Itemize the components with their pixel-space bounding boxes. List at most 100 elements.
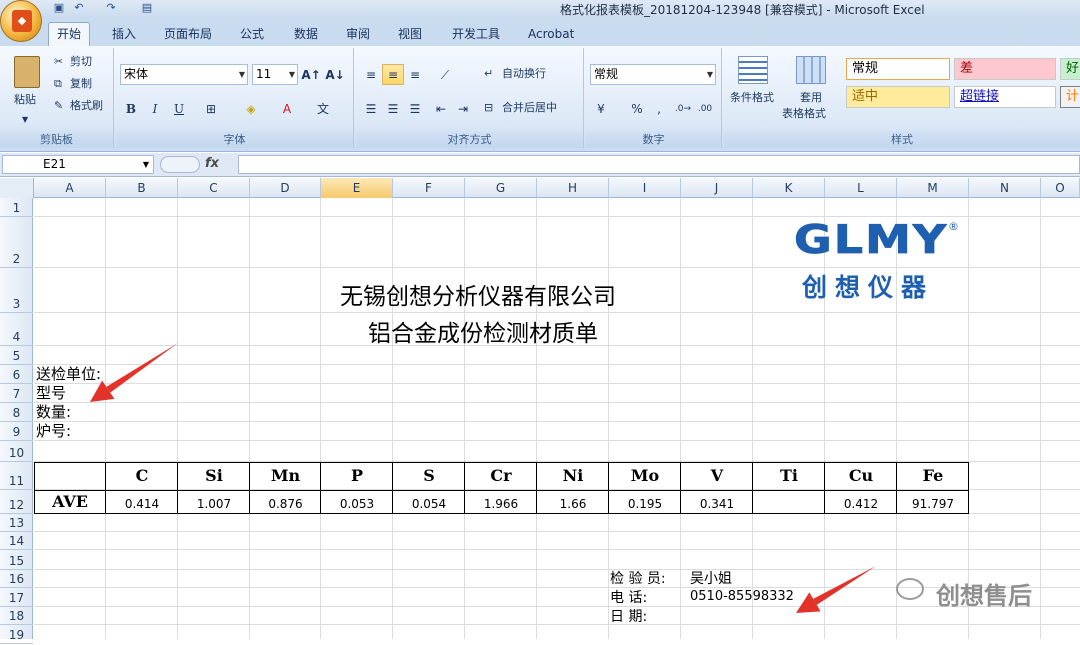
column-header[interactable]: H bbox=[537, 178, 609, 198]
row-header[interactable]: 19 bbox=[0, 625, 33, 644]
column-header[interactable]: M bbox=[897, 178, 969, 198]
column-header[interactable]: L bbox=[825, 178, 897, 198]
wrap-text-button[interactable]: 自动换行 bbox=[502, 66, 546, 82]
row-header[interactable]: 5 bbox=[0, 346, 33, 365]
shrink-font-icon[interactable]: A↓ bbox=[324, 64, 346, 85]
undo-icon[interactable]: ↶ bbox=[72, 1, 86, 15]
increase-indent-icon[interactable]: ⇥ bbox=[452, 98, 474, 119]
print-preview-icon[interactable]: ▤ bbox=[140, 1, 154, 15]
row-header[interactable]: 12 bbox=[0, 490, 33, 514]
column-header[interactable]: E bbox=[321, 178, 393, 198]
merge-icon[interactable]: ⊟ bbox=[484, 100, 493, 116]
underline-button[interactable]: U bbox=[168, 98, 190, 119]
style-neutral[interactable]: 适中 bbox=[846, 86, 950, 108]
align-left-icon[interactable]: ☰ bbox=[360, 98, 382, 119]
column-header[interactable]: A bbox=[34, 178, 106, 198]
row-header[interactable]: 13 bbox=[0, 514, 33, 532]
paste-button[interactable]: 粘贴 bbox=[14, 92, 36, 108]
style-calculation[interactable]: 计 bbox=[1060, 86, 1080, 108]
column-header[interactable]: G bbox=[465, 178, 537, 198]
align-middle-icon[interactable]: ≡ bbox=[382, 64, 404, 85]
tab-insert[interactable]: 插入 bbox=[104, 24, 144, 44]
font-color-icon[interactable]: A bbox=[276, 98, 298, 119]
conditional-format-icon[interactable] bbox=[738, 56, 768, 84]
column-header[interactable]: C bbox=[178, 178, 250, 198]
format-as-table-button-1[interactable]: 套用 bbox=[800, 90, 822, 106]
name-box[interactable]: E21 ▼ bbox=[2, 155, 154, 174]
format-painter-icon[interactable]: ✎ bbox=[54, 98, 63, 114]
conditional-format-button[interactable]: 条件格式 bbox=[730, 90, 774, 106]
number-format-select[interactable]: 常规 ▼ bbox=[590, 64, 716, 85]
column-header[interactable]: I bbox=[609, 178, 681, 198]
row-header[interactable]: 17 bbox=[0, 588, 33, 607]
copy-icon[interactable]: ⧉ bbox=[54, 76, 62, 92]
percent-icon[interactable]: % bbox=[626, 98, 648, 119]
worksheet-grid[interactable]: GLMY ® 创想仪器 无锡创想分析仪器有限公司 铝合金成份检测材质单 送检单位: 型号 数量… bbox=[34, 198, 1080, 639]
style-hyperlink[interactable]: 超链接 bbox=[954, 86, 1056, 108]
column-header[interactable]: N bbox=[969, 178, 1041, 198]
merge-center-button[interactable]: 合并后居中 bbox=[502, 100, 557, 116]
align-right-icon[interactable]: ☰ bbox=[404, 98, 426, 119]
comma-icon[interactable]: , bbox=[648, 98, 670, 119]
formula-input[interactable] bbox=[238, 155, 1080, 174]
save-icon[interactable]: ▣ bbox=[52, 1, 66, 15]
tab-acrobat[interactable]: Acrobat bbox=[520, 24, 582, 44]
font-family-select[interactable]: 宋体 ▼ bbox=[120, 64, 248, 85]
italic-button[interactable]: I bbox=[144, 98, 166, 119]
style-good[interactable]: 好 bbox=[1060, 58, 1080, 80]
row-header[interactable]: 6 bbox=[0, 365, 33, 384]
decrease-indent-icon[interactable]: ⇤ bbox=[430, 98, 452, 119]
borders-icon[interactable]: ⊞ bbox=[200, 98, 222, 119]
tab-developer[interactable]: 开发工具 bbox=[444, 24, 508, 44]
office-button[interactable]: ◆ bbox=[0, 0, 42, 42]
format-painter-button[interactable]: 格式刷 bbox=[70, 98, 103, 114]
font-size-select[interactable]: 11 ▼ bbox=[252, 64, 298, 85]
column-header[interactable]: J bbox=[681, 178, 753, 198]
align-bottom-icon[interactable]: ≡ bbox=[404, 64, 426, 85]
row-header[interactable]: 14 bbox=[0, 532, 33, 550]
column-header[interactable]: K bbox=[753, 178, 825, 198]
wrap-text-icon[interactable]: ↵ bbox=[484, 66, 493, 82]
row-header[interactable]: 18 bbox=[0, 607, 33, 625]
redo-icon[interactable]: ↷ bbox=[104, 1, 118, 15]
row-header[interactable]: 9 bbox=[0, 422, 33, 441]
format-as-table-button-2[interactable]: 表格格式 bbox=[782, 106, 826, 122]
tab-formulas[interactable]: 公式 bbox=[232, 24, 272, 44]
increase-decimal-icon[interactable]: .0→ bbox=[672, 98, 694, 119]
cut-icon[interactable]: ✂ bbox=[54, 54, 63, 70]
cut-button[interactable]: 剪切 bbox=[70, 54, 92, 70]
grow-font-icon[interactable]: A↑ bbox=[300, 64, 322, 85]
tab-page-layout[interactable]: 页面布局 bbox=[156, 24, 220, 44]
align-top-icon[interactable]: ≡ bbox=[360, 64, 382, 85]
formula-expand-icon[interactable] bbox=[160, 156, 200, 173]
row-header[interactable]: 1 bbox=[0, 198, 33, 217]
currency-icon[interactable]: ¥ bbox=[590, 98, 612, 119]
tab-data[interactable]: 数据 bbox=[286, 24, 326, 44]
style-bad[interactable]: 差 bbox=[954, 58, 1056, 80]
select-all-button[interactable] bbox=[0, 178, 34, 198]
phonetic-icon[interactable]: 文 bbox=[312, 98, 334, 119]
chevron-down-icon[interactable]: ▼ bbox=[143, 156, 149, 173]
row-header[interactable]: 10 bbox=[0, 441, 33, 462]
row-header[interactable]: 3 bbox=[0, 268, 33, 313]
paste-icon[interactable] bbox=[14, 56, 40, 88]
decrease-decimal-icon[interactable]: .00 bbox=[694, 98, 716, 119]
tab-view[interactable]: 视图 bbox=[390, 24, 430, 44]
row-header[interactable]: 11 bbox=[0, 462, 33, 490]
bold-button[interactable]: B bbox=[120, 98, 142, 119]
tab-review[interactable]: 审阅 bbox=[338, 24, 378, 44]
column-header[interactable]: B bbox=[106, 178, 178, 198]
copy-button[interactable]: 复制 bbox=[70, 76, 92, 92]
orientation-icon[interactable]: ⟋ bbox=[434, 64, 456, 85]
style-normal[interactable]: 常规 bbox=[846, 58, 950, 80]
column-header[interactable]: O bbox=[1041, 178, 1080, 198]
insert-function-icon[interactable]: fx bbox=[205, 156, 219, 171]
column-header[interactable]: F bbox=[393, 178, 465, 198]
align-center-icon[interactable]: ☰ bbox=[382, 98, 404, 119]
tab-home[interactable]: 开始 bbox=[48, 22, 91, 46]
row-header[interactable]: 8 bbox=[0, 403, 33, 422]
row-header[interactable]: 2 bbox=[0, 217, 33, 268]
column-header[interactable]: D bbox=[250, 178, 321, 198]
format-as-table-icon[interactable] bbox=[796, 56, 826, 84]
fill-color-icon[interactable]: ◈ bbox=[240, 98, 262, 119]
